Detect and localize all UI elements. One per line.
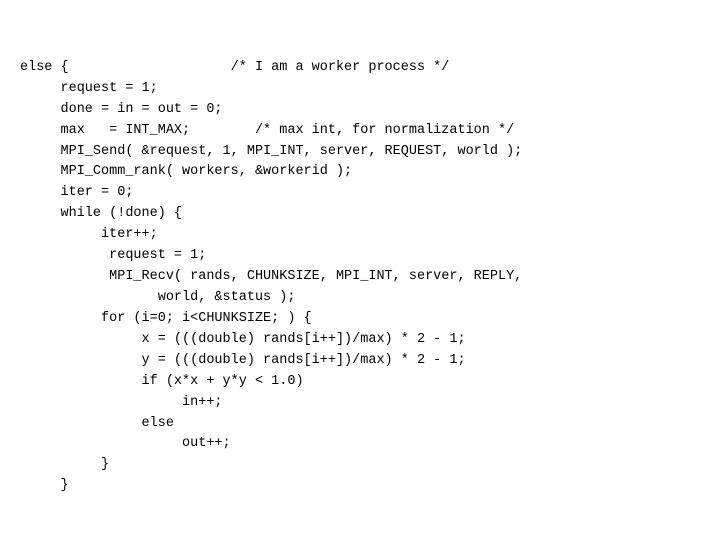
code-line: max = INT_MAX; /* max int, for normaliza… [20, 121, 700, 142]
code-line: request = 1; [20, 79, 700, 100]
code-block: else { /* I am a worker process */ reque… [0, 0, 720, 534]
code-line: if (x*x + y*y < 1.0) [20, 372, 700, 393]
code-line: out++; [20, 434, 700, 455]
code-line: x = (((double) rands[i++])/max) * 2 - 1; [20, 330, 700, 351]
code-line: } [20, 455, 700, 476]
code-line: in++; [20, 393, 700, 414]
code-line: for (i=0; i<CHUNKSIZE; ) { [20, 309, 700, 330]
code-line: MPI_Recv( rands, CHUNKSIZE, MPI_INT, ser… [20, 267, 700, 288]
code-line: while (!done) { [20, 204, 700, 225]
code-line: request = 1; [20, 246, 700, 267]
code-line: else { /* I am a worker process */ [20, 58, 700, 79]
code-line: MPI_Send( &request, 1, MPI_INT, server, … [20, 142, 700, 163]
code-line: iter++; [20, 225, 700, 246]
code-line: else [20, 414, 700, 435]
code-line: iter = 0; [20, 183, 700, 204]
code-line: } [20, 476, 700, 497]
code-line: y = (((double) rands[i++])/max) * 2 - 1; [20, 351, 700, 372]
code-line: MPI_Comm_rank( workers, &workerid ); [20, 162, 700, 183]
code-line: done = in = out = 0; [20, 100, 700, 121]
code-line: world, &status ); [20, 288, 700, 309]
